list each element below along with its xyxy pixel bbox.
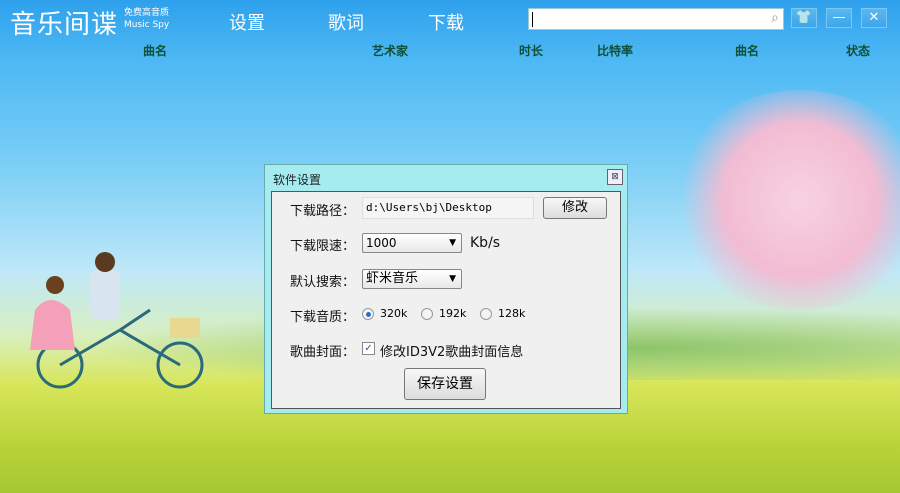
quality-radio-128k[interactable]: 128k: [480, 307, 525, 320]
default-search-select[interactable]: 虾米音乐 ▼: [362, 269, 462, 289]
minimize-button[interactable]: —: [826, 8, 852, 28]
app-logo: 音乐间谍: [10, 10, 119, 40]
column-header-bitrate[interactable]: 比特率: [597, 42, 633, 59]
quality-label: 下载音质：: [290, 310, 356, 325]
modify-path-button[interactable]: 修改: [543, 197, 607, 219]
skin-button[interactable]: 👕: [791, 8, 817, 28]
speed-unit: Kb/s: [470, 235, 501, 251]
tagline-en: Music Spy: [124, 20, 170, 30]
close-button[interactable]: ✕: [861, 8, 887, 28]
tagline-cn: 免费高音质: [124, 8, 170, 18]
radio-icon: [421, 307, 433, 320]
nav-lyrics[interactable]: 歌词: [328, 9, 364, 35]
column-header-status[interactable]: 状态: [846, 42, 870, 59]
radio-label: 320k: [380, 307, 408, 320]
background-blossom-tree: [670, 90, 900, 310]
radio-label: 192k: [439, 307, 467, 320]
dialog-close-button[interactable]: ⊠: [607, 169, 623, 185]
default-search-label: 默认搜索：: [290, 275, 356, 290]
column-header-title-2[interactable]: 曲名: [735, 42, 759, 59]
chevron-down-icon: ▼: [449, 274, 456, 284]
default-search-value: 虾米音乐: [366, 271, 419, 286]
background-couple-bicycle: [30, 252, 204, 389]
dialog-title: 软件设置: [273, 173, 322, 187]
search-input[interactable]: ⌕: [528, 8, 784, 30]
chevron-down-icon: ▼: [449, 238, 456, 248]
download-path-field[interactable]: d:\Users\bj\Desktop: [362, 197, 534, 219]
radio-label: 128k: [498, 307, 526, 320]
speed-limit-select[interactable]: 1000 ▼: [362, 233, 462, 253]
cover-checkbox[interactable]: ✓: [362, 342, 375, 355]
app-tagline: 免费高音质 Music Spy: [124, 7, 169, 31]
download-path-label: 下载路径：: [290, 204, 356, 219]
column-header-title[interactable]: 曲名: [143, 42, 167, 59]
quality-radio-192k[interactable]: 192k: [421, 307, 466, 320]
cover-checkbox-label[interactable]: 修改ID3V2歌曲封面信息: [380, 341, 523, 360]
radio-selected-icon: [362, 307, 374, 320]
dialog-body: 下载路径： d:\Users\bj\Desktop 修改 下载限速： 1000 ▼…: [271, 191, 621, 409]
column-header-duration[interactable]: 时长: [519, 42, 543, 59]
nav-download[interactable]: 下载: [428, 9, 464, 35]
speed-limit-label: 下载限速：: [290, 239, 356, 254]
cover-label: 歌曲封面：: [290, 345, 356, 360]
quality-radio-320k[interactable]: 320k: [362, 307, 407, 320]
radio-icon: [480, 307, 492, 320]
nav-settings[interactable]: 设置: [229, 9, 265, 35]
search-icon[interactable]: ⌕: [771, 10, 779, 26]
settings-dialog: 软件设置 ⊠ 下载路径： d:\Users\bj\Desktop 修改 下载限速…: [264, 164, 628, 414]
save-settings-button[interactable]: 保存设置: [404, 368, 486, 400]
column-header-artist[interactable]: 艺术家: [372, 42, 408, 59]
speed-limit-value: 1000: [366, 236, 397, 250]
text-caret: [532, 12, 533, 27]
